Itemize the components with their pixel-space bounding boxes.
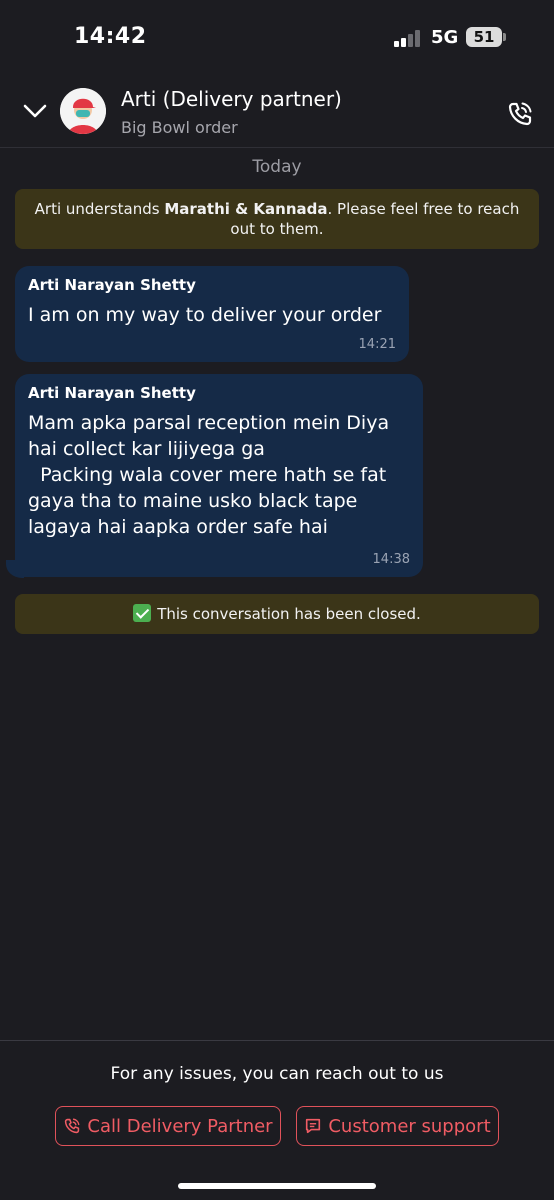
chevron-down-icon[interactable] xyxy=(22,102,48,120)
message-text: Mam apka parsal reception mein Diya hai … xyxy=(28,412,390,538)
closed-notice: This conversation has been closed. xyxy=(15,594,539,634)
battery-icon: 51 xyxy=(466,27,502,47)
avatar xyxy=(60,88,106,134)
battery-tip xyxy=(503,33,506,41)
customer-support-button[interactable]: Customer support xyxy=(296,1106,499,1146)
status-time: 14:42 xyxy=(74,24,147,49)
phone-call-icon xyxy=(65,1118,80,1134)
message-sender: Arti Narayan Shetty xyxy=(28,384,196,402)
language-notice: Arti understands Marathi & Kannada. Plea… xyxy=(15,189,539,249)
message-sender: Arti Narayan Shetty xyxy=(28,276,196,294)
signal-icon xyxy=(394,29,424,47)
language-notice-prefix: Arti understands xyxy=(34,200,165,218)
message-bubble[interactable]: Arti Narayan Shetty Mam apka parsal rece… xyxy=(15,374,423,577)
date-separator: Today xyxy=(252,157,302,177)
message-text: I am on my way to deliver your order xyxy=(28,304,382,326)
footer: For any issues, you can reach out to us … xyxy=(0,1040,554,1200)
chat-screen: 14:42 5G 51 Arti (Delivery partner) Big … xyxy=(0,0,554,1200)
network-type: 5G xyxy=(431,27,459,48)
phone-call-icon[interactable] xyxy=(506,100,534,128)
message-bubble[interactable]: Arti Narayan Shetty I am on my way to de… xyxy=(15,266,409,362)
message-time: 14:38 xyxy=(372,552,410,567)
chat-header: Arti (Delivery partner) Big Bowl order xyxy=(0,72,554,148)
home-indicator[interactable] xyxy=(178,1183,376,1189)
chat-icon xyxy=(306,1118,321,1134)
page-title: Arti (Delivery partner) xyxy=(121,87,342,111)
delivery-partner-avatar-icon xyxy=(60,88,106,134)
customer-support-label: Customer support xyxy=(328,1115,491,1137)
check-icon xyxy=(133,604,152,622)
status-bar: 14:42 5G 51 xyxy=(0,0,554,72)
page-subtitle: Big Bowl order xyxy=(121,118,238,137)
closed-notice-text: This conversation has been closed. xyxy=(157,605,421,623)
footer-text: For any issues, you can reach out to us xyxy=(110,1064,444,1084)
message-time: 14:21 xyxy=(358,337,396,352)
language-notice-languages: Marathi & Kannada xyxy=(164,200,328,218)
call-delivery-partner-button[interactable]: Call Delivery Partner xyxy=(55,1106,281,1146)
call-delivery-partner-label: Call Delivery Partner xyxy=(87,1115,273,1137)
